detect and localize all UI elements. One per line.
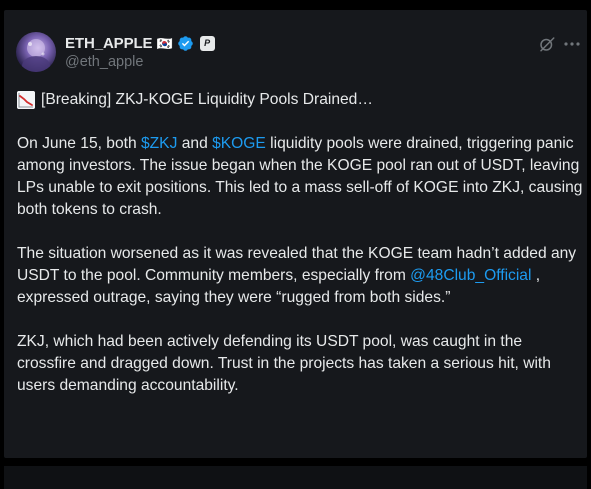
mention-48club-link[interactable]: @48Club_Official [410, 267, 531, 284]
avatar[interactable] [16, 32, 56, 72]
cashtag-koge-link[interactable]: $KOGE [212, 135, 266, 152]
chart-decreasing-icon [17, 91, 35, 109]
p1-text-middle: and [177, 135, 213, 152]
tweet-paragraph-1: On June 15, both $ZKJ and $KOGE liquidit… [17, 133, 584, 221]
grok-icon[interactable] [538, 35, 556, 53]
tweet-text: [Breaking] ZKJ-KOGE Liquidity Pools Drai… [17, 89, 584, 397]
tweet-headline: [Breaking] ZKJ-KOGE Liquidity Pools Drai… [17, 89, 584, 111]
tweet-paragraph-2: The situation worsened as it was reveale… [17, 243, 584, 309]
verified-badge-icon[interactable] [177, 35, 194, 52]
headline-text: [Breaking] ZKJ-KOGE Liquidity Pools Drai… [41, 91, 373, 108]
author-display-name[interactable]: ETH_APPLE [65, 35, 153, 52]
author-handle[interactable]: @eth_apple [65, 54, 143, 70]
p1-text-before: On June 15, both [17, 135, 141, 152]
author-name-row: ETH_APPLE 🇰🇷 P [65, 33, 215, 53]
affiliate-badge-icon[interactable]: P [199, 35, 215, 51]
next-item-strip [4, 466, 587, 489]
korea-flag-icon: 🇰🇷 [156, 35, 173, 51]
cashtag-zkj-link[interactable]: $ZKJ [141, 135, 177, 152]
more-options-icon[interactable] [563, 35, 581, 53]
tweet-paragraph-3: ZKJ, which had been actively defending i… [17, 333, 551, 394]
